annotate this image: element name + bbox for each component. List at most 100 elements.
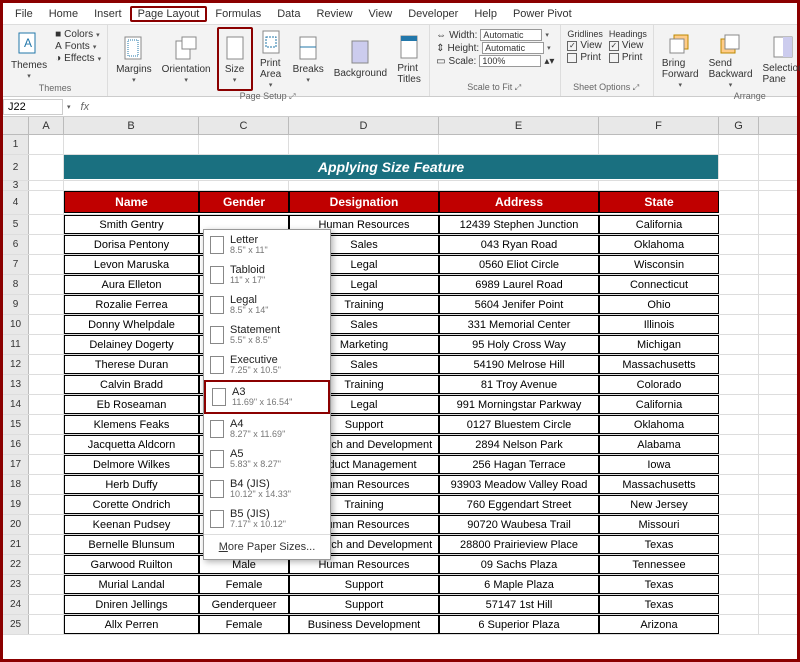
cell-name[interactable]: Aura Elleton — [64, 275, 199, 294]
menu-help[interactable]: Help — [466, 6, 505, 22]
bring-forward-button[interactable]: Bring Forward▾ — [658, 27, 703, 91]
col-header-e[interactable]: E — [439, 117, 599, 134]
print-titles-button[interactable]: Print Titles — [393, 27, 425, 91]
cell-name[interactable]: Keenan Pudsey — [64, 515, 199, 534]
cell-state[interactable]: Ohio — [599, 295, 719, 314]
cell-designation[interactable]: Business Development — [289, 615, 439, 634]
cell-name[interactable]: Allx Perren — [64, 615, 199, 634]
title-cell[interactable]: Applying Size Feature — [64, 155, 719, 179]
cell-state[interactable]: Colorado — [599, 375, 719, 394]
selection-pane-button[interactable]: Selection Pane — [759, 27, 800, 91]
cell-designation[interactable]: Support — [289, 595, 439, 614]
header-address[interactable]: Address — [439, 191, 599, 213]
header-gender[interactable]: Gender — [199, 191, 289, 213]
cell-state[interactable]: Oklahoma — [599, 235, 719, 254]
cell-name[interactable]: Garwood Ruilton — [64, 555, 199, 574]
cell-address[interactable]: 6989 Laurel Road — [439, 275, 599, 294]
cell-state[interactable]: California — [599, 395, 719, 414]
row-header[interactable]: 15 — [3, 415, 29, 434]
menu-power-pivot[interactable]: Power Pivot — [505, 6, 580, 22]
row-header[interactable]: 4 — [3, 191, 29, 214]
fonts-button[interactable]: A Fonts ▾ — [55, 41, 101, 52]
cell-state[interactable]: Texas — [599, 595, 719, 614]
size-option-b5-jis-[interactable]: B5 (JIS)7.17" x 10.12" — [204, 504, 330, 534]
size-option-a4[interactable]: A48.27" x 11.69" — [204, 414, 330, 444]
size-option-a5[interactable]: A55.83" x 8.27" — [204, 444, 330, 474]
size-option-executive[interactable]: Executive7.25" x 10.5" — [204, 350, 330, 380]
col-header-d[interactable]: D — [289, 117, 439, 134]
size-option-statement[interactable]: Statement5.5" x 8.5" — [204, 320, 330, 350]
size-button[interactable]: Size▾ — [217, 27, 253, 91]
col-header-f[interactable]: F — [599, 117, 719, 134]
send-backward-button[interactable]: Send Backward▾ — [705, 27, 757, 91]
row-header[interactable]: 10 — [3, 315, 29, 334]
row-header[interactable]: 22 — [3, 555, 29, 574]
row-header[interactable]: 1 — [3, 135, 29, 154]
effects-button[interactable]: ◑ Effects ▾ — [55, 53, 101, 64]
cell-address[interactable]: 81 Troy Avenue — [439, 375, 599, 394]
cell-state[interactable]: Arizona — [599, 615, 719, 634]
size-option-tabloid[interactable]: Tabloid11" x 17" — [204, 260, 330, 290]
cell-state[interactable]: Massachusetts — [599, 475, 719, 494]
cell-name[interactable]: Therese Duran — [64, 355, 199, 374]
cell-state[interactable]: Alabama — [599, 435, 719, 454]
scale-height[interactable]: ⇕ Height: Automatic ▾ — [436, 42, 554, 54]
menu-file[interactable]: File — [7, 6, 41, 22]
row-header[interactable]: 19 — [3, 495, 29, 514]
row-header[interactable]: 7 — [3, 255, 29, 274]
menu-home[interactable]: Home — [41, 6, 86, 22]
cell-state[interactable]: Illinois — [599, 315, 719, 334]
menu-view[interactable]: View — [361, 6, 401, 22]
cell-name[interactable]: Herb Duffy — [64, 475, 199, 494]
col-header-b[interactable]: B — [64, 117, 199, 134]
header-designation[interactable]: Designation — [289, 191, 439, 213]
cell-address[interactable]: 5604 Jenifer Point — [439, 295, 599, 314]
cell-designation[interactable]: Support — [289, 575, 439, 594]
cell-address[interactable]: 09 Sachs Plaza — [439, 555, 599, 574]
cell-name[interactable]: Dorisa Pentony — [64, 235, 199, 254]
cell-state[interactable]: Iowa — [599, 455, 719, 474]
cell-name[interactable]: Smith Gentry — [64, 215, 199, 234]
col-header-c[interactable]: C — [199, 117, 289, 134]
col-header-a[interactable]: A — [29, 117, 64, 134]
background-button[interactable]: Background — [330, 27, 391, 91]
menu-developer[interactable]: Developer — [400, 6, 466, 22]
cell-name[interactable]: Rozalie Ferrea — [64, 295, 199, 314]
row-header[interactable]: 11 — [3, 335, 29, 354]
gridlines-view-checkbox[interactable]: ✓ View — [567, 40, 603, 51]
cell-address[interactable]: 760 Eggendart Street — [439, 495, 599, 514]
row-header[interactable]: 2 — [3, 155, 29, 180]
fx-icon[interactable]: fx — [75, 101, 96, 113]
cell-name[interactable]: Murial Landal — [64, 575, 199, 594]
cell-state[interactable]: Missouri — [599, 515, 719, 534]
row-header[interactable]: 6 — [3, 235, 29, 254]
size-option-a3[interactable]: A311.69" x 16.54" — [204, 380, 330, 414]
cell-gender[interactable]: Female — [199, 615, 289, 634]
cell-state[interactable]: Oklahoma — [599, 415, 719, 434]
row-header[interactable]: 5 — [3, 215, 29, 234]
cell-state[interactable]: Texas — [599, 535, 719, 554]
cell-gender[interactable]: Genderqueer — [199, 595, 289, 614]
cell-name[interactable]: Donny Whelpdale — [64, 315, 199, 334]
row-header[interactable]: 9 — [3, 295, 29, 314]
headings-view-checkbox[interactable]: ✓ View — [609, 40, 647, 51]
row-header[interactable]: 16 — [3, 435, 29, 454]
cell-name[interactable]: Corette Ondrich — [64, 495, 199, 514]
row-header[interactable]: 14 — [3, 395, 29, 414]
size-option-b4-jis-[interactable]: B4 (JIS)10.12" x 14.33" — [204, 474, 330, 504]
row-header[interactable]: 8 — [3, 275, 29, 294]
cell-name[interactable]: Eb Roseaman — [64, 395, 199, 414]
cell-name[interactable]: Dniren Jellings — [64, 595, 199, 614]
cell-state[interactable]: Texas — [599, 575, 719, 594]
cell-address[interactable]: 331 Memorial Center — [439, 315, 599, 334]
cell-state[interactable]: New Jersey — [599, 495, 719, 514]
header-state[interactable]: State — [599, 191, 719, 213]
row-header[interactable]: 13 — [3, 375, 29, 394]
cell-address[interactable]: 28800 Prairieview Place — [439, 535, 599, 554]
margins-button[interactable]: Margins▾ — [112, 27, 156, 91]
cell-address[interactable]: 54190 Melrose Hill — [439, 355, 599, 374]
cell-address[interactable]: 0127 Bluestem Circle — [439, 415, 599, 434]
headings-print-checkbox[interactable]: Print — [609, 52, 647, 63]
cell-name[interactable]: Levon Maruska — [64, 255, 199, 274]
col-header-g[interactable]: G — [719, 117, 759, 134]
